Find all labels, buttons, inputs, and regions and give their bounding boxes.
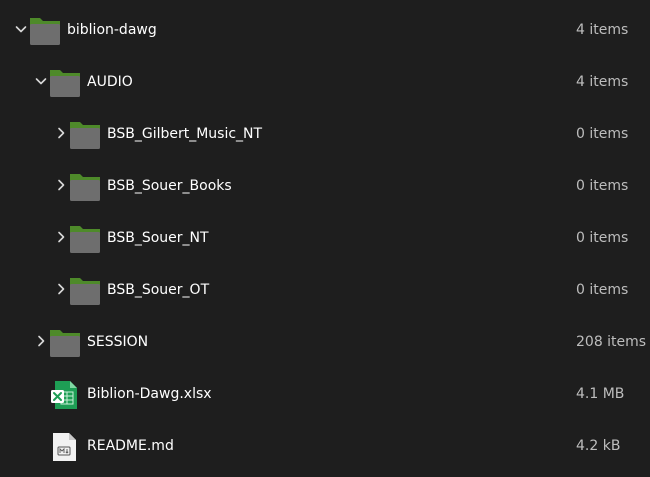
folder-icon	[69, 223, 101, 255]
chevron-right-icon[interactable]	[34, 334, 48, 348]
item-size: 4.1 MB	[576, 386, 625, 402]
item-name: SESSION	[87, 334, 149, 350]
item-name: biblion-dawg	[67, 22, 157, 38]
folder-icon	[29, 15, 61, 47]
chevron-down-icon[interactable]	[34, 74, 48, 88]
folder-icon	[69, 171, 101, 203]
folder-icon	[69, 119, 101, 151]
tree-row-bsb-souer-nt[interactable]: BSB_Souer_NT 0 items	[0, 212, 650, 264]
spreadsheet-icon	[49, 379, 81, 411]
tree-row-bsb-gilbert-music-nt[interactable]: BSB_Gilbert_Music_NT 0 items	[0, 108, 650, 160]
item-size: 0 items	[576, 282, 629, 298]
tree-row-biblion-dawg-xlsx[interactable]: Biblion-Dawg.xlsx 4.1 MB	[0, 368, 650, 420]
tree-row-readme-md[interactable]: README.md 4.2 kB	[0, 420, 650, 472]
item-size: 0 items	[576, 178, 629, 194]
item-size: 0 items	[576, 230, 629, 246]
tree-row-audio[interactable]: AUDIO 4 items	[0, 56, 650, 108]
folder-icon	[49, 327, 81, 359]
item-name: AUDIO	[87, 74, 133, 90]
chevron-right-icon[interactable]	[54, 178, 68, 192]
item-name: BSB_Souer_Books	[107, 178, 232, 194]
item-size: 4.2 kB	[576, 438, 621, 454]
markdown-file-icon	[49, 431, 81, 463]
tree-row-bsb-souer-books[interactable]: BSB_Souer_Books 0 items	[0, 160, 650, 212]
chevron-right-icon[interactable]	[54, 230, 68, 244]
chevron-down-icon[interactable]	[14, 22, 28, 36]
chevron-right-icon[interactable]	[54, 282, 68, 296]
item-size: 4 items	[576, 22, 629, 38]
tree-row-bsb-souer-ot[interactable]: BSB_Souer_OT 0 items	[0, 264, 650, 316]
item-name: BSB_Gilbert_Music_NT	[107, 126, 263, 142]
item-name: BSB_Souer_NT	[107, 230, 209, 246]
folder-icon	[69, 275, 101, 307]
tree-row-session[interactable]: SESSION 208 items	[0, 316, 650, 368]
item-name: BSB_Souer_OT	[107, 282, 210, 298]
item-size: 208 items	[576, 334, 647, 350]
file-tree: biblion-dawg 4 items AUDIO 4 items BSB_G…	[0, 0, 650, 477]
item-size: 4 items	[576, 74, 629, 90]
folder-icon	[49, 67, 81, 99]
item-name: README.md	[87, 438, 174, 454]
item-name: Biblion-Dawg.xlsx	[87, 386, 212, 402]
chevron-right-icon[interactable]	[54, 126, 68, 140]
item-size: 0 items	[576, 126, 629, 142]
tree-row-biblion-dawg[interactable]: biblion-dawg 4 items	[0, 4, 650, 56]
